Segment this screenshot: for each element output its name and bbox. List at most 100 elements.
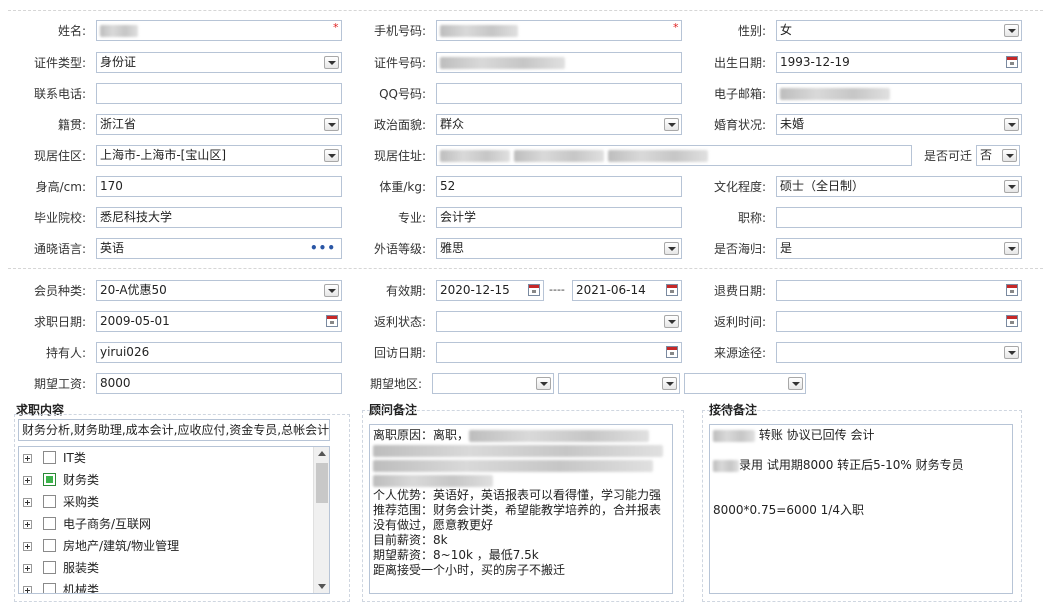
- tree-scrollbar[interactable]: [313, 447, 329, 593]
- calendar-icon[interactable]: [666, 346, 678, 358]
- calendar-icon[interactable]: [1006, 56, 1018, 68]
- marital-status-select[interactable]: 未婚: [776, 114, 1022, 135]
- chevron-down-icon[interactable]: [324, 149, 339, 162]
- expected-city-select[interactable]: [558, 373, 680, 394]
- advisor-notes-textarea[interactable]: 离职原因：离职， 个人优势：英语好，英语报表可以看得懂，学习能力强 推荐范围：财…: [369, 424, 673, 594]
- expand-icon[interactable]: [23, 498, 32, 507]
- rebate-time-input[interactable]: [776, 311, 1022, 332]
- tree-item-it[interactable]: IT类: [19, 447, 311, 469]
- gender-select[interactable]: 女: [776, 20, 1022, 41]
- reception-notes-textarea[interactable]: 转账 协议已回传 会计 录用 试用期8000 转正后5-10% 财务专员 800…: [709, 424, 1013, 594]
- chevron-down-icon[interactable]: [324, 284, 339, 297]
- expand-icon[interactable]: [23, 476, 32, 485]
- expand-icon[interactable]: [23, 454, 32, 463]
- title-input[interactable]: [776, 207, 1022, 228]
- weight-input[interactable]: 52: [436, 176, 682, 197]
- contact-phone-input[interactable]: [96, 83, 342, 104]
- school-input[interactable]: 悉尼科技大学: [96, 207, 342, 228]
- major-input[interactable]: 会计学: [436, 207, 682, 228]
- expand-icon[interactable]: [23, 586, 32, 593]
- tree-item-finance[interactable]: 财务类: [19, 469, 311, 491]
- source-channel-select[interactable]: [776, 342, 1022, 363]
- height-input[interactable]: 170: [96, 176, 342, 197]
- tree-item-ecommerce[interactable]: 电子商务/互联网: [19, 513, 311, 535]
- chevron-down-icon[interactable]: [324, 118, 339, 131]
- email-input[interactable]: [776, 83, 1022, 104]
- chevron-down-icon[interactable]: [324, 56, 339, 69]
- education-value: 硕士（全日制）: [780, 179, 865, 193]
- chevron-down-icon[interactable]: [1004, 24, 1019, 37]
- checkbox-purchasing[interactable]: [43, 495, 56, 508]
- relocate-select[interactable]: 否: [976, 145, 1020, 166]
- calendar-icon[interactable]: [326, 315, 338, 327]
- expand-icon[interactable]: [23, 542, 32, 551]
- chevron-down-icon[interactable]: [536, 377, 551, 390]
- tree-item-purchasing[interactable]: 采购类: [19, 491, 311, 513]
- refund-date-input[interactable]: [776, 280, 1022, 301]
- tree-label-finance: 财务类: [63, 473, 100, 487]
- calendar-icon[interactable]: [666, 284, 678, 296]
- expected-salary-label: 期望工资:: [33, 377, 86, 391]
- calendar-icon[interactable]: [1006, 284, 1018, 296]
- political-status-select[interactable]: 群众: [436, 114, 682, 135]
- birth-date-input[interactable]: 1993-12-19: [776, 52, 1022, 73]
- chevron-down-icon[interactable]: [1004, 242, 1019, 255]
- native-place-select[interactable]: 浙江省: [96, 114, 342, 135]
- scroll-up-icon[interactable]: [318, 451, 326, 456]
- member-type-select[interactable]: 20-A优惠50: [96, 280, 342, 301]
- chevron-down-icon[interactable]: [1004, 118, 1019, 131]
- returnee-select[interactable]: 是: [776, 238, 1022, 259]
- calendar-icon[interactable]: [528, 284, 540, 296]
- chevron-down-icon[interactable]: [1002, 149, 1017, 162]
- more-options-icon[interactable]: •••: [310, 241, 336, 255]
- id-number-input[interactable]: [436, 52, 682, 73]
- calendar-icon[interactable]: [1006, 315, 1018, 327]
- tree-item-machinery[interactable]: 机械类: [19, 579, 311, 593]
- checkbox-machinery[interactable]: [43, 583, 56, 593]
- rebate-status-select[interactable]: [436, 311, 682, 332]
- chevron-down-icon[interactable]: [664, 315, 679, 328]
- tree-item-realestate[interactable]: 房地产/建筑/物业管理: [19, 535, 311, 557]
- chevron-down-icon[interactable]: [664, 242, 679, 255]
- expected-province-select[interactable]: [432, 373, 554, 394]
- redacted-address-1: [440, 149, 510, 162]
- current-area-select[interactable]: 上海市-上海市-[宝山区]: [96, 145, 342, 166]
- education-select[interactable]: 硕士（全日制）: [776, 176, 1022, 197]
- expand-icon[interactable]: [23, 520, 32, 529]
- language-level-select[interactable]: 雅思: [436, 238, 682, 259]
- expected-district-select[interactable]: [684, 373, 806, 394]
- job-seek-date-input[interactable]: 2009-05-01: [96, 311, 342, 332]
- id-type-select[interactable]: 身份证: [96, 52, 342, 73]
- current-address-input[interactable]: [436, 145, 912, 166]
- checkbox-it[interactable]: [43, 451, 56, 464]
- valid-end-input[interactable]: 2021-06-14: [572, 280, 682, 301]
- phone-input[interactable]: [436, 20, 682, 41]
- name-input[interactable]: [96, 20, 342, 41]
- scroll-thumb[interactable]: [316, 463, 328, 503]
- chevron-down-icon[interactable]: [1004, 180, 1019, 193]
- scroll-down-icon[interactable]: [318, 584, 326, 589]
- checkbox-apparel[interactable]: [43, 561, 56, 574]
- advisor-note-line: [373, 443, 669, 458]
- checkbox-ecommerce[interactable]: [43, 517, 56, 530]
- chevron-down-icon[interactable]: [788, 377, 803, 390]
- id-type-label: 证件类型:: [33, 56, 86, 70]
- chevron-down-icon[interactable]: [664, 118, 679, 131]
- required-mark-phone: *: [673, 21, 679, 34]
- chevron-down-icon[interactable]: [1004, 346, 1019, 359]
- language-input[interactable]: 英语 •••: [96, 238, 342, 259]
- contact-phone-label: 联系电话:: [33, 87, 86, 101]
- tree-item-apparel[interactable]: 服装类: [19, 557, 311, 579]
- expand-icon[interactable]: [23, 564, 32, 573]
- chevron-down-icon[interactable]: [662, 377, 677, 390]
- checkbox-finance[interactable]: [43, 473, 56, 486]
- holder-input[interactable]: yirui026: [96, 342, 342, 363]
- expected-salary-input[interactable]: 8000: [96, 373, 342, 394]
- checkbox-realestate[interactable]: [43, 539, 56, 552]
- weight-label: 体重/kg:: [379, 180, 426, 194]
- qq-input[interactable]: [436, 83, 682, 104]
- valid-start-input[interactable]: 2020-12-15: [436, 280, 544, 301]
- revisit-date-input[interactable]: [436, 342, 682, 363]
- member-type-value: 20-A优惠50: [100, 283, 167, 297]
- job-content-summary-input[interactable]: 财务分析,财务助理,成本会计,应收应付,资金专员,总帐会计: [18, 419, 330, 441]
